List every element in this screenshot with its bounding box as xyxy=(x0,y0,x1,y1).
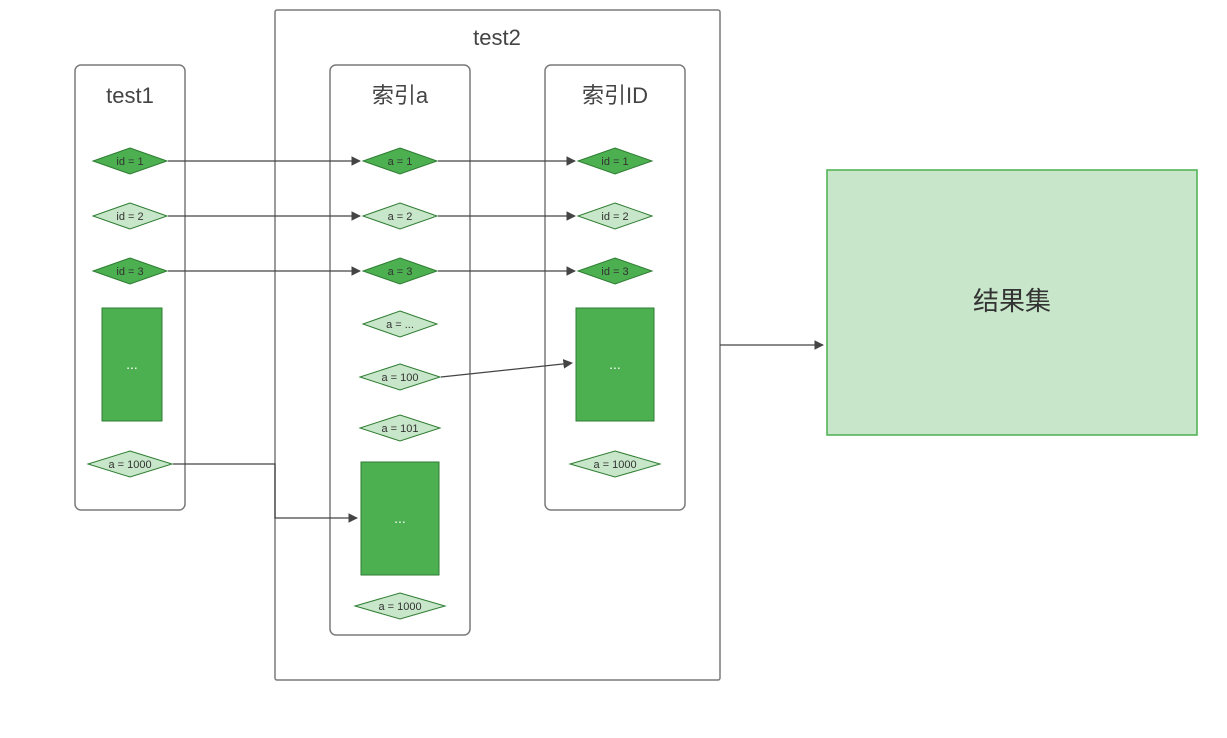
indexa-node-101-label: a = 101 xyxy=(381,423,418,435)
indexa-node-2-label: a = 2 xyxy=(388,211,413,223)
test1-ellipsis-label: ... xyxy=(126,356,138,372)
indexid-node-2-label: id = 2 xyxy=(601,211,628,223)
indexa-node-1-label: a = 1 xyxy=(388,156,413,168)
indexid-node-1-label: id = 1 xyxy=(601,156,628,168)
test1-node-2-label: id = 2 xyxy=(116,211,143,223)
indexa-node-3-label: a = 3 xyxy=(388,266,413,278)
diagram-canvas: test2 test1 索引a 索引ID 结果集 id = 1 id = 2 i… xyxy=(0,0,1227,738)
container-test1 xyxy=(75,65,185,510)
indexa-ellipsis-label: ... xyxy=(394,510,406,526)
test1-title: test1 xyxy=(106,83,154,108)
container-index-id xyxy=(545,65,685,510)
index-id-title: 索引ID xyxy=(582,83,648,108)
test1-node-3-label: id = 3 xyxy=(116,266,143,278)
test2-title: test2 xyxy=(473,25,521,50)
indexa-node-last-label: a = 1000 xyxy=(378,601,421,613)
result-title: 结果集 xyxy=(973,286,1051,316)
indexid-node-last-label: a = 1000 xyxy=(593,459,636,471)
indexa-node-100-label: a = 100 xyxy=(381,372,418,384)
index-a-title: 索引a xyxy=(372,83,429,108)
test1-node-last-label: a = 1000 xyxy=(108,459,151,471)
indexid-node-3-label: id = 3 xyxy=(601,266,628,278)
arrow-a100-id xyxy=(441,363,572,377)
indexid-ellipsis-label: ... xyxy=(609,356,621,372)
indexa-node-dots-label: a = ... xyxy=(386,319,414,331)
test1-node-1-label: id = 1 xyxy=(116,156,143,168)
